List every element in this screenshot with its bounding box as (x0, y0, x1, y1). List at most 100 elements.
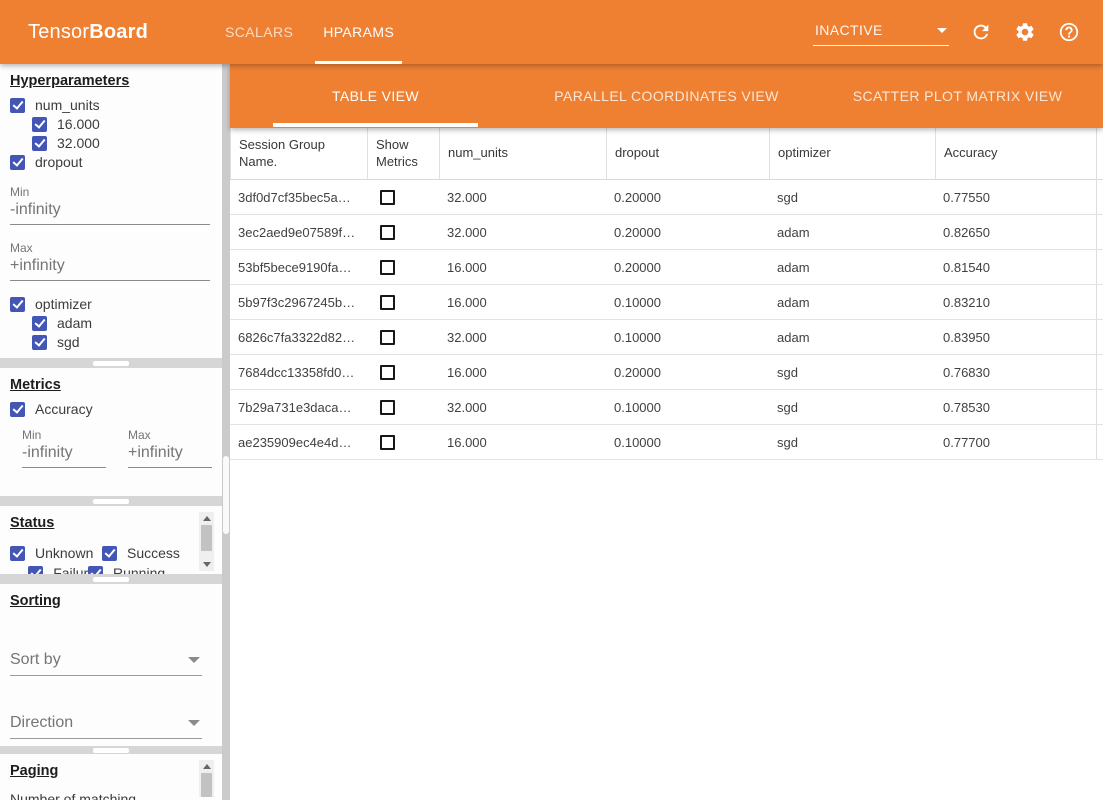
nav-tab-hparams[interactable]: HPARAMS (308, 0, 409, 64)
resize-handle[interactable] (93, 748, 129, 753)
scrollbar-thumb[interactable] (201, 525, 212, 551)
checkbox-dropout[interactable] (10, 155, 25, 170)
tab-scatter-plot-matrix-view[interactable]: SCATTER PLOT MATRIX VIEW (812, 64, 1103, 128)
nav-tab-scalars[interactable]: SCALARS (210, 0, 308, 64)
checkbox-optimizer[interactable] (10, 297, 25, 312)
metrics-min-input[interactable] (22, 442, 106, 468)
sidebar: Hyperparameters num_units 16.000 32.000 … (0, 64, 222, 800)
col-header-session-group-name[interactable]: Session Group Name. (230, 128, 367, 179)
resize-handle[interactable] (93, 361, 129, 366)
help-icon[interactable] (1057, 20, 1081, 44)
table-row: 7684dcc13358fd0…16.0000.20000sgd0.76830 (230, 355, 1103, 390)
status-label: Success (127, 545, 180, 561)
paging-scrollbar[interactable] (199, 760, 214, 797)
checkbox-num-units-16[interactable] (32, 117, 47, 132)
col-header-dropout[interactable]: dropout (606, 128, 769, 179)
hyperparameters-title: Hyperparameters (10, 73, 129, 89)
checkbox-optimizer-sgd[interactable] (32, 335, 47, 350)
dropout-min-input[interactable] (10, 199, 210, 225)
scrollbar-thumb[interactable] (223, 456, 229, 534)
content: Hyperparameters num_units 16.000 32.000 … (0, 64, 1103, 800)
cell-optimizer: adam (769, 260, 935, 275)
cell-name: 6826c7fa3322d82… (230, 330, 367, 345)
checkbox-optimizer-adam[interactable] (32, 316, 47, 331)
checkbox-num-units-32[interactable] (32, 136, 47, 151)
cell-num-units: 32.000 (439, 190, 606, 205)
checkbox-status-success[interactable] (102, 546, 117, 561)
hparam-row-num-units-16: 16.000 (32, 115, 214, 133)
checkbox-accuracy[interactable] (10, 402, 25, 417)
tab-parallel-coordinates-view[interactable]: PARALLEL COORDINATES VIEW (521, 64, 812, 128)
sorting-section: Sorting Sort by Direction (0, 584, 222, 746)
direction-dropdown[interactable]: Direction (10, 711, 202, 739)
dropout-max-input[interactable] (10, 255, 210, 281)
scroll-up-icon[interactable] (203, 516, 211, 521)
resize-handle[interactable] (93, 499, 129, 504)
settings-gear-icon[interactable] (1013, 20, 1037, 44)
refresh-icon[interactable] (969, 20, 993, 44)
checkbox-status-unknown[interactable] (10, 546, 25, 561)
sorting-title: Sorting (10, 593, 61, 609)
section-divider (0, 574, 222, 584)
metrics-max-label: Max (128, 428, 212, 442)
col-header-num-units[interactable]: num_units (439, 128, 606, 179)
logo-tensor: Tensor (28, 21, 89, 43)
cell-num-units: 16.000 (439, 295, 606, 310)
col-header-optimizer[interactable]: optimizer (769, 128, 935, 179)
table-right-border (1096, 128, 1097, 460)
hparam-value-label: 16.000 (57, 116, 100, 132)
cell-num-units: 32.000 (439, 225, 606, 240)
cell-name: 7684dcc13358fd0… (230, 365, 367, 380)
sort-by-dropdown[interactable]: Sort by (10, 648, 202, 676)
hparam-label: optimizer (35, 296, 92, 312)
scroll-up-icon[interactable] (203, 764, 211, 769)
metric-row-accuracy: Accuracy (10, 400, 214, 418)
scroll-down-icon[interactable] (203, 562, 211, 567)
table-row: 3df0d7cf35bec5a…32.0000.20000sgd0.77550 (230, 180, 1103, 215)
cell-num-units: 32.000 (439, 400, 606, 415)
cell-dropout: 0.20000 (606, 260, 769, 275)
hparam-row-optimizer-adam: adam (32, 314, 214, 332)
metrics-section: Metrics Accuracy Min Max (0, 368, 222, 496)
cell-accuracy: 0.82650 (935, 225, 1103, 240)
cell-show-metrics (367, 330, 439, 345)
hparam-label: num_units (35, 97, 100, 113)
metrics-min-field: Min (22, 428, 106, 468)
show-metrics-checkbox[interactable] (380, 435, 395, 450)
show-metrics-checkbox[interactable] (380, 365, 395, 380)
direction-value: Direction (10, 714, 73, 732)
hparam-label: dropout (35, 154, 82, 170)
checkbox-num-units[interactable] (10, 98, 25, 113)
metrics-min-label: Min (22, 428, 106, 442)
metrics-title: Metrics (10, 377, 61, 393)
section-divider (0, 496, 222, 506)
scrollbar-thumb[interactable] (201, 773, 212, 797)
cell-name: 5b97f3c2967245b… (230, 295, 367, 310)
status-title: Status (10, 515, 54, 531)
cell-optimizer: adam (769, 330, 935, 345)
cell-dropout: 0.10000 (606, 330, 769, 345)
paging-info-text: Number of matching session groups: 8 (10, 791, 182, 800)
cell-num-units: 32.000 (439, 330, 606, 345)
show-metrics-checkbox[interactable] (380, 330, 395, 345)
sidebar-scrollbar[interactable] (222, 64, 230, 800)
tab-table-view[interactable]: TABLE VIEW (230, 64, 521, 128)
paging-title: Paging (10, 763, 58, 779)
status-scrollbar[interactable] (199, 512, 214, 571)
cell-name: 7b29a731e3daca… (230, 400, 367, 415)
resize-handle[interactable] (93, 577, 129, 582)
show-metrics-checkbox[interactable] (380, 295, 395, 310)
status-row-unknown: Unknown (10, 544, 102, 562)
runs-selector-dropdown[interactable]: INACTIVE (813, 18, 949, 46)
show-metrics-checkbox[interactable] (380, 190, 395, 205)
checkbox-status-running[interactable] (88, 566, 103, 575)
col-header-show-metrics[interactable]: Show Metrics (367, 128, 439, 179)
plugin-nav-tabs: SCALARS HPARAMS (210, 0, 409, 64)
col-header-accuracy[interactable]: Accuracy (935, 128, 1103, 179)
metric-label: Accuracy (35, 401, 93, 417)
show-metrics-checkbox[interactable] (380, 400, 395, 415)
checkbox-status-failure[interactable] (28, 566, 43, 575)
metrics-max-input[interactable] (128, 442, 212, 468)
show-metrics-checkbox[interactable] (380, 225, 395, 240)
show-metrics-checkbox[interactable] (380, 260, 395, 275)
